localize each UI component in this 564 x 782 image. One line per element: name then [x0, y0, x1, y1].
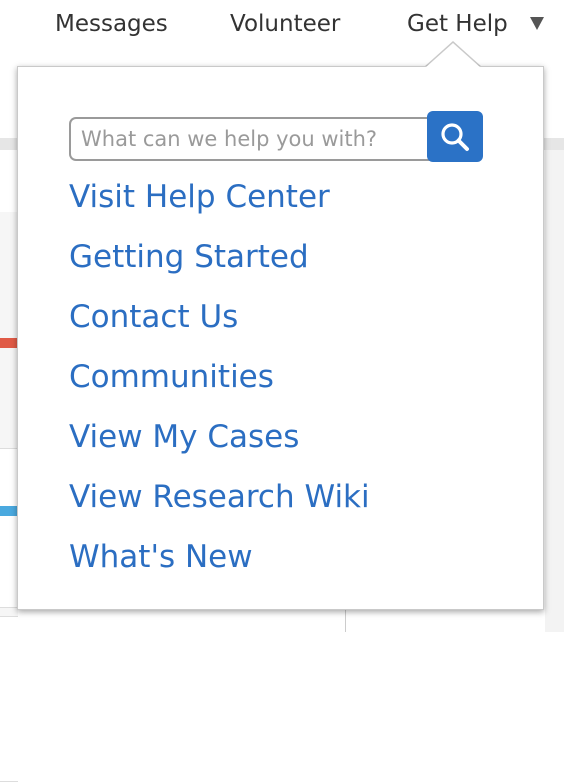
nav-volunteer[interactable]: Volunteer [230, 11, 340, 37]
link-visit-help-center[interactable]: Visit Help Center [69, 179, 370, 239]
help-search [69, 111, 483, 162]
link-view-my-cases[interactable]: View My Cases [69, 419, 370, 479]
page-right-panel [545, 150, 564, 632]
help-search-input[interactable] [69, 117, 431, 161]
page-card [0, 448, 18, 608]
nav-get-help[interactable]: Get Help [407, 11, 508, 37]
divider [345, 610, 346, 632]
card-accent-bar [0, 506, 18, 516]
page-card [0, 616, 18, 782]
link-communities[interactable]: Communities [69, 359, 370, 419]
link-view-research-wiki[interactable]: View Research Wiki [69, 479, 370, 539]
caret-down-icon[interactable] [530, 17, 544, 30]
card-accent-bar [0, 338, 18, 348]
dropdown-pointer-fill [425, 43, 481, 68]
nav-messages[interactable]: Messages [55, 11, 168, 37]
link-contact-us[interactable]: Contact Us [69, 299, 370, 359]
get-help-dropdown: Visit Help Center Getting Started Contac… [17, 66, 544, 610]
page-left-panel [0, 212, 18, 782]
link-whats-new[interactable]: What's New [69, 539, 370, 599]
search-button[interactable] [427, 111, 483, 162]
help-links-list: Visit Help Center Getting Started Contac… [69, 179, 370, 599]
search-icon [441, 122, 469, 151]
link-getting-started[interactable]: Getting Started [69, 239, 370, 299]
